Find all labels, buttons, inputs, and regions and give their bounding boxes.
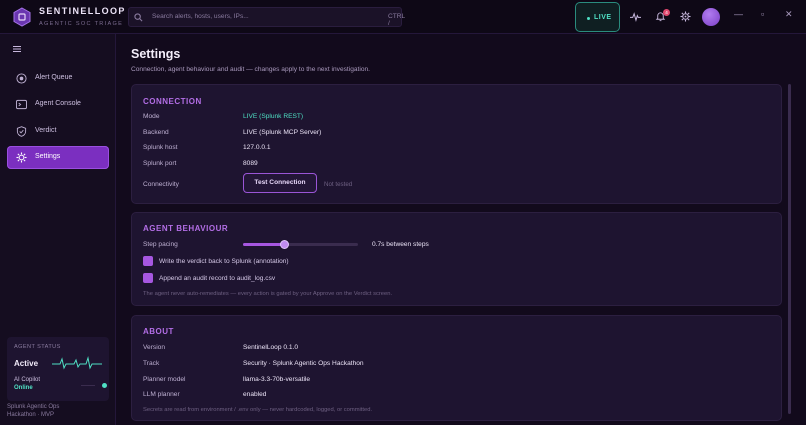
step-pacing-label: Step pacing	[143, 241, 178, 248]
splunk-host-value: 127.0.0.1	[243, 144, 271, 151]
brand-tagline: AGENTIC SOC TRIAGE	[39, 21, 124, 27]
maximize-button[interactable]: ▫	[761, 9, 764, 19]
page-title: Settings	[131, 47, 181, 61]
test-connection-button[interactable]: Test Connection	[243, 173, 317, 193]
main-scrollbar[interactable]	[788, 84, 791, 414]
connectivity-label: Connectivity	[143, 181, 179, 188]
about-title: ABOUT	[143, 327, 174, 336]
live-dot-icon	[587, 16, 590, 20]
backend-label: Backend	[143, 129, 169, 136]
remediation-note: The agent never auto-remediates — every …	[143, 291, 393, 297]
sidebar-item-agent-console[interactable]: Agent Console	[7, 93, 109, 116]
audit-record-label: Append an audit record to audit_log.csv	[159, 275, 276, 282]
agent-status-title: AGENT STATUS	[14, 344, 61, 350]
llm-planner-value: enabled	[243, 391, 267, 398]
mode-label: Mode	[143, 113, 160, 120]
sidebar-item-settings[interactable]: Settings	[7, 146, 109, 169]
llm-planner-label: LLM planner	[143, 391, 180, 398]
live-label: LIVE	[594, 14, 612, 21]
connection-card: CONNECTION Mode LIVE (Splunk REST) Backe…	[131, 84, 782, 204]
brand-name: SENTINELLOOP	[39, 6, 126, 16]
live-mode-badge[interactable]: LIVE	[575, 2, 620, 32]
gear-icon	[16, 152, 27, 163]
step-pacing-slider[interactable]	[243, 240, 358, 249]
step-pacing-handle[interactable]	[279, 240, 289, 249]
sidebar: Alert Queue Agent Console Verdict Settin…	[0, 34, 116, 425]
logo-icon	[13, 7, 31, 27]
notification-badge: 4	[663, 9, 670, 16]
terminal-icon	[16, 99, 27, 110]
search-icon	[134, 13, 143, 22]
version-value: SentinelLoop 0.1.0	[243, 344, 298, 351]
about-card: ABOUT Version SentinelLoop 0.1.0 Track S…	[131, 315, 782, 421]
minimize-button[interactable]: —	[734, 9, 743, 19]
footer-line-1: Splunk Agentic Ops	[7, 404, 60, 410]
splunk-host-label: Splunk host	[143, 144, 178, 151]
search-input[interactable]: Search alerts, hosts, users, IPs...	[152, 13, 249, 20]
sidebar-item-alert-queue[interactable]: Alert Queue	[7, 67, 109, 90]
write-verdict-checkbox[interactable]	[143, 256, 153, 266]
step-pacing-value: 0.7s between steps	[372, 241, 429, 248]
close-button[interactable]: ✕	[785, 9, 793, 20]
copilot-label: AI Copilot	[14, 377, 41, 383]
agent-behaviour-card: AGENT BEHAVIOUR Step pacing 0.7s between…	[131, 212, 782, 306]
write-verdict-label: Write the verdict back to Splunk (annota…	[159, 258, 289, 265]
gear-icon[interactable]	[680, 11, 691, 22]
agent-state: Active	[14, 359, 39, 368]
search-shortcut: CTRL /	[388, 13, 405, 27]
version-label: Version	[143, 344, 165, 351]
audit-record-checkbox[interactable]	[143, 273, 153, 283]
online-dot-icon	[102, 383, 107, 388]
sidebar-item-label: Verdict	[35, 127, 57, 134]
pulse-icon	[52, 356, 102, 370]
agent-status-card: AGENT STATUS Active AI Copilot Online	[7, 337, 109, 401]
shield-icon	[16, 126, 27, 137]
secrets-note: Secrets are read from environment / .env…	[143, 407, 373, 413]
agent-behaviour-title: AGENT BEHAVIOUR	[143, 224, 229, 233]
splunk-port-label: Splunk port	[143, 160, 177, 167]
copilot-divider	[81, 385, 95, 386]
sidebar-item-verdict[interactable]: Verdict	[7, 120, 109, 143]
copilot-state: Online	[14, 385, 33, 391]
track-value: Security · Splunk Agentic Ops Hackathon	[243, 360, 364, 367]
sidebar-item-label: Settings	[35, 153, 61, 160]
splunk-port-value: 8089	[243, 160, 258, 167]
top-bar: SENTINELLOOP AGENTIC SOC TRIAGE Search a…	[0, 0, 806, 34]
planner-model-value: llama-3.3-70b-versatile	[243, 376, 311, 383]
menu-toggle-icon[interactable]	[13, 46, 21, 52]
search-bar[interactable]: Search alerts, hosts, users, IPs... CTRL…	[128, 7, 405, 27]
activity-icon[interactable]	[630, 11, 641, 22]
planner-model-label: Planner model	[143, 376, 186, 383]
connection-test-status: Not tested	[324, 181, 353, 188]
backend-value: LIVE (Splunk MCP Server)	[243, 129, 322, 136]
page-subtitle: Connection, agent behaviour and audit — …	[131, 66, 371, 73]
mode-value: LIVE (Splunk REST)	[243, 113, 304, 120]
target-icon	[16, 73, 27, 84]
step-pacing-fill	[243, 243, 285, 246]
footer-line-2: Hackathon · MVP	[7, 412, 55, 418]
sidebar-item-label: Agent Console	[35, 100, 81, 107]
sidebar-item-label: Alert Queue	[35, 74, 73, 81]
track-label: Track	[143, 360, 160, 367]
user-avatar[interactable]	[702, 8, 720, 26]
connection-title: CONNECTION	[143, 97, 202, 106]
